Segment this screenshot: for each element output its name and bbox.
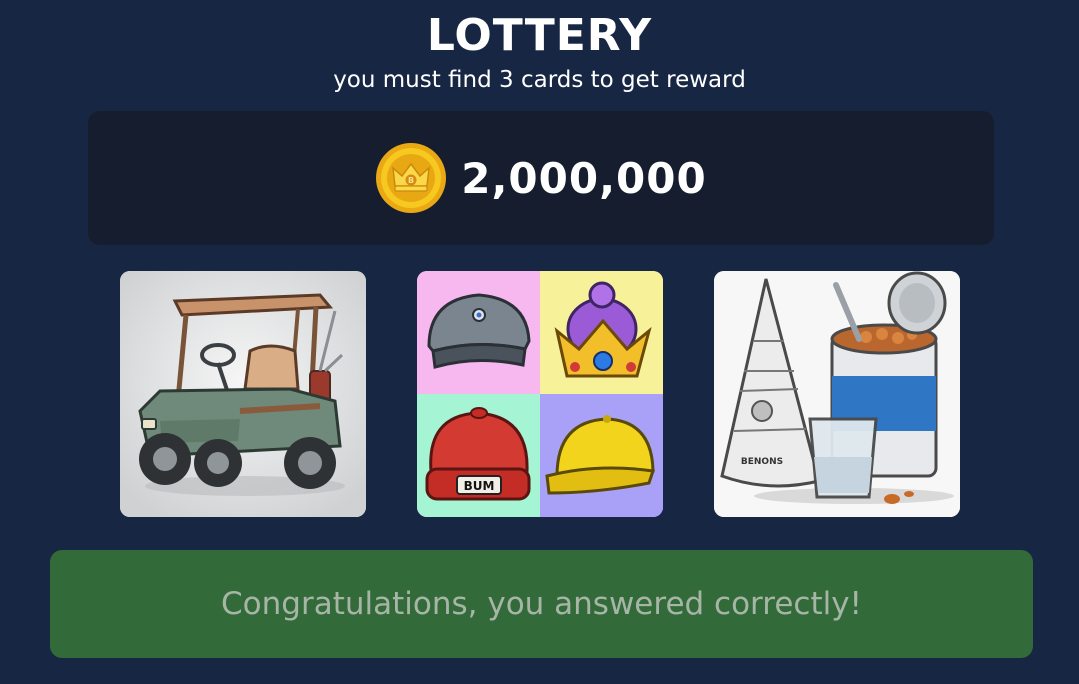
page-title: LOTTERY <box>426 10 653 61</box>
gold-coin-crown-icon: B <box>376 143 447 213</box>
newspaper-beans-glass-image: BENONS <box>714 271 960 517</box>
reward-amount: 2,000,000 <box>461 153 707 203</box>
card-hats[interactable]: BUM <box>417 271 663 517</box>
reward-panel: B 2,000,000 <box>88 111 994 245</box>
result-banner: Congratulations, you answered correctly! <box>50 550 1033 658</box>
page-subtitle: you must find 3 cards to get reward <box>333 67 746 93</box>
card-newspaper-beans[interactable]: BENONS <box>714 271 960 517</box>
result-message: Congratulations, you answered correctly! <box>221 586 862 622</box>
newspaper-label: BENONS <box>741 457 783 467</box>
card-golf-cart[interactable] <box>120 271 366 517</box>
hats-collage-image: BUM <box>417 271 663 517</box>
golf-cart-image <box>120 271 366 517</box>
svg-text:B: B <box>408 176 414 185</box>
hat-label-bum: BUM <box>464 479 495 493</box>
